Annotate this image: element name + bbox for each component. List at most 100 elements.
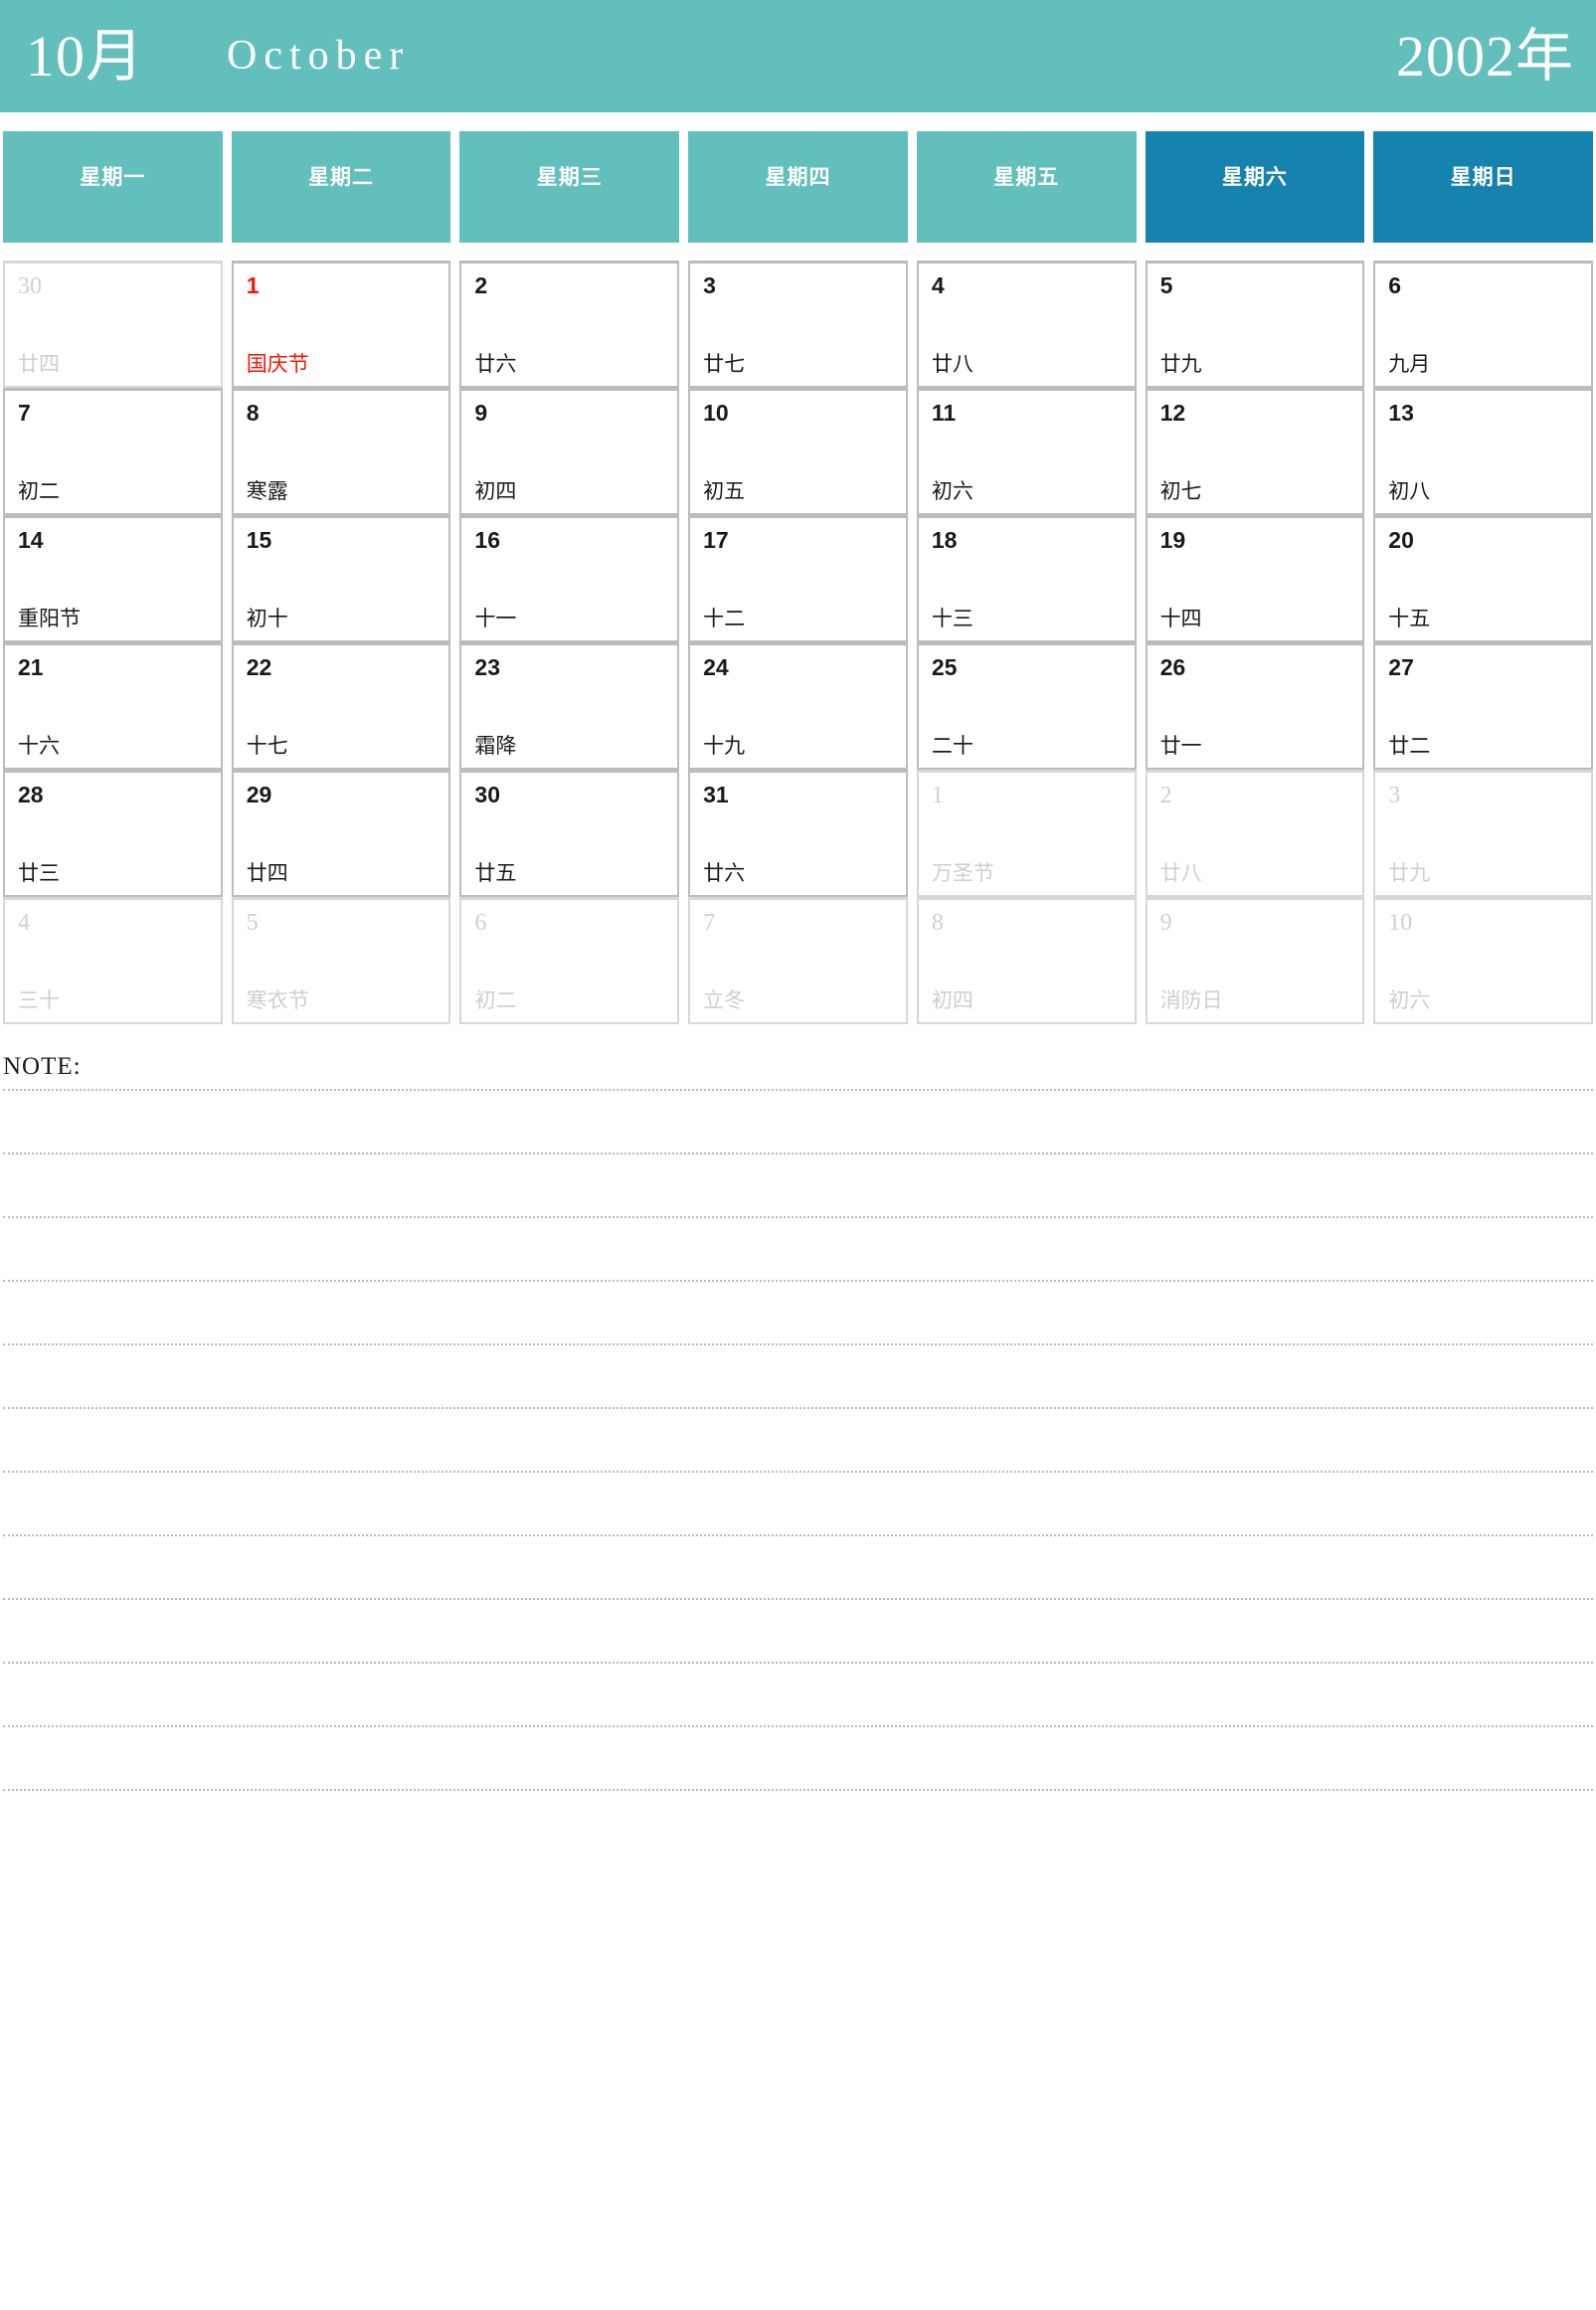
day-cell[interactable]: 9 初四 [459, 388, 680, 515]
day-number: 28 [18, 782, 44, 807]
day-cell[interactable]: 18 十三 [916, 515, 1137, 642]
day-cell[interactable]: 4 廿八 [916, 261, 1137, 388]
note-line[interactable] [3, 1280, 1593, 1282]
day-cell[interactable]: 17 十二 [688, 515, 908, 642]
lunar-label: 廿四 [246, 861, 288, 885]
day-cell[interactable]: 6 初二 [459, 897, 680, 1024]
note-line[interactable] [3, 1725, 1593, 1727]
day-cell[interactable]: 1 万圣节 [916, 770, 1137, 897]
day-cell[interactable]: 19 十四 [1145, 515, 1365, 642]
week-row: 14 重阳节 15 初十 16 十一 17 十二 18 十三 19 十四 20 十五 [0, 515, 1596, 642]
lunar-label: 九月 [1388, 352, 1431, 376]
day-cell[interactable]: 1 国庆节 [231, 261, 451, 388]
weekday-header-7: 星期日 [1373, 131, 1593, 243]
day-cell[interactable]: 15 初十 [231, 515, 451, 642]
day-cell[interactable]: 2 廿八 [1145, 770, 1365, 897]
day-number: 3 [1388, 783, 1401, 808]
week-row: 28 廿三 29 廿四 30 廿五 31 廿六 1 万圣节 2 廿八 3 廿九 [0, 770, 1596, 897]
day-cell[interactable]: 26 廿一 [1145, 642, 1365, 770]
day-cell[interactable]: 22 十七 [231, 642, 451, 770]
note-lines[interactable] [3, 1089, 1593, 1791]
day-number: 1 [931, 783, 944, 808]
day-number: 23 [474, 654, 501, 680]
day-cell[interactable]: 14 重阳节 [3, 515, 223, 642]
day-cell[interactable]: 11 初六 [916, 388, 1137, 515]
lunar-label: 十三 [931, 607, 974, 630]
day-number: 8 [931, 910, 944, 936]
day-cell[interactable]: 9 消防日 [1145, 897, 1365, 1024]
lunar-label: 消防日 [1159, 988, 1223, 1012]
note-line[interactable] [3, 1153, 1593, 1155]
weekday-header-5: 星期五 [916, 131, 1137, 243]
day-cell[interactable]: 20 十五 [1373, 515, 1593, 642]
day-number: 31 [703, 782, 729, 807]
day-cell[interactable]: 30 廿四 [3, 261, 223, 388]
day-number: 5 [246, 910, 259, 936]
day-cell[interactable]: 24 十九 [688, 642, 908, 770]
lunar-label: 廿三 [18, 861, 60, 885]
day-cell[interactable]: 31 廿六 [688, 770, 908, 897]
note-line[interactable] [3, 1789, 1593, 1791]
lunar-label: 初五 [703, 479, 746, 503]
day-cell[interactable]: 4 三十 [3, 897, 223, 1024]
weekday-label: 星期一 [80, 166, 146, 189]
day-number: 7 [703, 910, 716, 936]
day-number: 25 [931, 654, 958, 680]
lunar-label: 初七 [1159, 479, 1202, 503]
day-cell[interactable]: 5 廿九 [1145, 261, 1365, 388]
lunar-label: 廿五 [474, 861, 517, 885]
day-number: 4 [18, 910, 30, 936]
day-number: 10 [703, 400, 729, 426]
note-line[interactable] [3, 1471, 1593, 1473]
day-cell[interactable]: 8 初四 [916, 897, 1137, 1024]
day-cell[interactable]: 30 廿五 [459, 770, 680, 897]
day-cell[interactable]: 21 十六 [3, 642, 223, 770]
lunar-label: 初六 [931, 479, 974, 503]
day-number: 2 [474, 272, 488, 298]
note-line[interactable] [3, 1598, 1593, 1600]
day-cell[interactable]: 23 霜降 [459, 642, 680, 770]
day-cell[interactable]: 16 十一 [459, 515, 680, 642]
lunar-label: 三十 [18, 988, 60, 1012]
day-cell[interactable]: 6 九月 [1373, 261, 1593, 388]
day-cell[interactable]: 10 初五 [688, 388, 908, 515]
day-number: 4 [931, 272, 945, 298]
note-line[interactable] [3, 1089, 1593, 1091]
day-cell[interactable]: 13 初八 [1373, 388, 1593, 515]
week-row: 4 三十 5 寒衣节 6 初二 7 立冬 8 初四 9 消防日 10 初六 [0, 897, 1596, 1024]
day-cell[interactable]: 3 廿七 [688, 261, 908, 388]
note-line[interactable] [3, 1216, 1593, 1218]
day-cell[interactable]: 29 廿四 [231, 770, 451, 897]
month-label-en: October [227, 32, 411, 79]
lunar-label: 十四 [1159, 607, 1202, 630]
day-cell[interactable]: 25 二十 [916, 642, 1137, 770]
day-cell[interactable]: 7 初二 [3, 388, 223, 515]
note-line[interactable] [3, 1407, 1593, 1409]
note-line[interactable] [3, 1343, 1593, 1345]
lunar-label: 初十 [246, 607, 288, 630]
day-cell[interactable]: 2 廿六 [459, 261, 680, 388]
note-line[interactable] [3, 1662, 1593, 1664]
day-cell[interactable]: 5 寒衣节 [231, 897, 451, 1024]
lunar-label: 廿四 [18, 352, 60, 376]
note-line[interactable] [3, 1534, 1593, 1536]
day-number: 24 [703, 654, 729, 680]
day-cell[interactable]: 3 廿九 [1373, 770, 1593, 897]
day-number: 27 [1388, 654, 1414, 680]
day-cell[interactable]: 7 立冬 [688, 897, 908, 1024]
day-number: 30 [474, 782, 501, 807]
weekday-header-row: 星期一 星期二 星期三 星期四 星期五 星期六 星期日 [0, 131, 1596, 243]
week-row: 30 廿四 1 国庆节 2 廿六 3 廿七 4 廿八 5 廿九 6 九月 [0, 261, 1596, 388]
lunar-label: 廿七 [703, 352, 746, 376]
day-cell[interactable]: 10 初六 [1373, 897, 1593, 1024]
lunar-label: 廿九 [1388, 861, 1431, 885]
weekday-header-3: 星期三 [459, 131, 680, 243]
note-section: NOTE: [0, 1054, 1596, 1791]
day-cell[interactable]: 28 廿三 [3, 770, 223, 897]
day-cell[interactable]: 27 廿二 [1373, 642, 1593, 770]
day-cell[interactable]: 8 寒露 [231, 388, 451, 515]
day-cell[interactable]: 12 初七 [1145, 388, 1365, 515]
week-row: 21 十六 22 十七 23 霜降 24 十九 25 二十 26 廿一 27 廿二 [0, 642, 1596, 770]
lunar-label: 初八 [1388, 479, 1431, 503]
day-number: 9 [474, 400, 488, 426]
